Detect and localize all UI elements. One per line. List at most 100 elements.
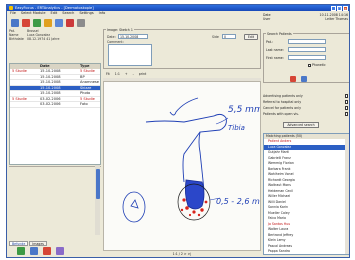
- option-checkbox[interactable]: [344, 112, 348, 116]
- fit-button[interactable]: Fit: [106, 71, 110, 77]
- date-field[interactable]: 15.10.2008: [118, 34, 148, 39]
- print-image-button[interactable]: print: [139, 71, 147, 77]
- main-toolbar: [9, 17, 104, 28]
- study-cell: 15.10.2008: [40, 80, 61, 84]
- first-name-input[interactable]: [288, 55, 326, 60]
- studies-rows: 5 Studie 15.10.2008 5 Studie 15.10.2008 BP 15…: [10, 69, 100, 108]
- study-cell: 15.10.2008: [40, 85, 61, 90]
- phonetic-checkbox[interactable]: [308, 63, 311, 67]
- study-row[interactable]: 03.02.2006 Foto: [10, 102, 100, 108]
- date-label: Date:: [107, 34, 116, 39]
- left-panel: Pat. Brossel Name Luca Gonzalez Birthdat…: [9, 29, 101, 257]
- remove-icon[interactable]: [43, 247, 51, 255]
- menu-edit[interactable]: Edit: [51, 11, 58, 16]
- left-scrollbar[interactable]: [95, 165, 100, 235]
- leg-outline-top: [145, 113, 227, 191]
- window-title: EasyFocus - ERTAnalytics - [Dermatoskopi…: [15, 6, 94, 10]
- study-cell: [10, 80, 38, 85]
- annotation-site: Tibia: [228, 124, 245, 132]
- check-mark: [169, 97, 199, 116]
- study-cell: 5 Studie: [12, 96, 27, 101]
- search-label: Last name:: [266, 47, 284, 52]
- app-logo-icon: [8, 6, 13, 10]
- maximize-button[interactable]: □: [337, 5, 342, 11]
- option-row[interactable]: Patients with open vis.: [263, 111, 349, 117]
- left-actions: [17, 247, 64, 255]
- menu-select-module[interactable]: Select Module: [21, 11, 46, 16]
- menu-search[interactable]: Search: [62, 11, 74, 16]
- option-checkbox[interactable]: [344, 100, 348, 104]
- actual-size-button[interactable]: 1:1: [115, 71, 120, 77]
- menu-info[interactable]: Info: [99, 11, 106, 16]
- tab-images[interactable]: Images: [29, 241, 47, 246]
- search-legend: Search Patients: [266, 32, 293, 36]
- menu-bar: File Select Module Edit Search Settings …: [7, 11, 262, 16]
- option-checkbox[interactable]: [344, 94, 348, 98]
- tab-befunde[interactable]: Befunde: [9, 241, 29, 246]
- study-cell: [10, 102, 38, 107]
- search-icon[interactable]: [301, 76, 307, 82]
- image-pager[interactable]: 1:1 / 2 > >|: [103, 251, 261, 257]
- search-row: Pat.:: [266, 39, 326, 44]
- delete-icon[interactable]: [22, 18, 30, 27]
- study-cell: Photo: [80, 91, 91, 95]
- image-toolbar: Fit 1:1 + - print: [103, 71, 261, 77]
- patient-info: Pat. Brossel Name Luca Gonzalez Birthdat…: [9, 29, 101, 55]
- match-items: Patient Anders Luca Gonzalez Gutjahr Marti…: [264, 139, 349, 254]
- session-info: Date 10.11.2008 14:16 User Leiter Thomas: [263, 13, 349, 33]
- study-cell: 5 Studie: [12, 69, 27, 73]
- open-icon[interactable]: [11, 18, 19, 27]
- zoom-out-button[interactable]: -: [133, 71, 134, 77]
- studies-table: Date Type 5 Studie 15.10.2008 5 Studie 15.1…: [9, 63, 101, 165]
- search-patients: Search Patients Pat.: Last name: First n…: [263, 32, 349, 83]
- camera-icon[interactable]: [30, 247, 38, 255]
- matching-patients-list: Matching patients (50) Patient Anders Luc…: [263, 133, 349, 255]
- edit-button[interactable]: Edit: [244, 33, 258, 40]
- image-panel: Image: Sketch 1 Date: 15.10.2008 Comment…: [103, 28, 261, 257]
- sketch-canvas[interactable]: 5,5 mm Tibia 0,5 - 2,6 mm: [103, 81, 261, 251]
- minimize-button[interactable]: _: [331, 5, 336, 11]
- scroll-thumb[interactable]: [95, 169, 100, 199]
- left-tabs: Befunde Images: [9, 241, 47, 246]
- print-icon[interactable]: [55, 18, 63, 27]
- phonetic-row: Phonetic: [308, 63, 326, 67]
- side-field[interactable]: 0: [222, 34, 236, 39]
- study-cell: [10, 75, 38, 80]
- study-cell: Skizze: [80, 85, 92, 90]
- study-cell: [10, 86, 38, 91]
- comment-field[interactable]: [108, 44, 152, 66]
- right-panel: Date 10.11.2008 14:16 User Leiter Thomas…: [263, 13, 349, 257]
- study-cell: 5 Studie: [80, 96, 95, 101]
- settings-icon[interactable]: [77, 18, 85, 27]
- image-details: Image: Sketch 1 Date: 15.10.2008 Comment…: [103, 28, 261, 69]
- study-cell: 03.02.2006: [40, 102, 61, 106]
- patient-key: Birthdate: [9, 37, 24, 41]
- search-row: First name:: [266, 55, 326, 60]
- patient-row: Birthdate 08.12.1974 41 Jahre: [9, 37, 101, 41]
- menu-file[interactable]: File: [10, 11, 16, 16]
- add-icon[interactable]: [17, 247, 25, 255]
- sketch-icon[interactable]: [56, 247, 64, 255]
- clear-search-icon[interactable]: [290, 76, 296, 82]
- match-item[interactable]: Pappa Sandro: [264, 249, 349, 254]
- last-name-input[interactable]: [288, 47, 326, 52]
- export-icon[interactable]: [66, 18, 74, 27]
- image-group-label: Image: Sketch 1: [106, 28, 134, 32]
- match-scrollbar[interactable]: [345, 139, 349, 254]
- user-label: User: [263, 17, 271, 21]
- phonetic-label: Phonetic: [312, 63, 326, 67]
- study-cell: 15.10.2008: [40, 69, 61, 73]
- zoom-in-button[interactable]: +: [125, 71, 128, 77]
- folder-icon[interactable]: [44, 18, 52, 27]
- advanced-search-button[interactable]: Advanced search: [283, 122, 319, 128]
- study-cell: 15.10.2008: [40, 91, 61, 95]
- annotation-depth: 0,5 - 2,6 mm: [216, 197, 261, 206]
- pat-number-input[interactable]: [288, 39, 326, 44]
- side-label: Side: [212, 34, 219, 39]
- new-icon[interactable]: [33, 18, 41, 27]
- search-row: Last name:: [266, 47, 326, 52]
- close-button[interactable]: ×: [343, 5, 348, 11]
- menu-settings[interactable]: Settings: [79, 11, 93, 16]
- sketch-drawing: 5,5 mm Tibia 0,5 - 2,6 mm: [122, 97, 261, 223]
- option-checkbox[interactable]: [344, 106, 348, 110]
